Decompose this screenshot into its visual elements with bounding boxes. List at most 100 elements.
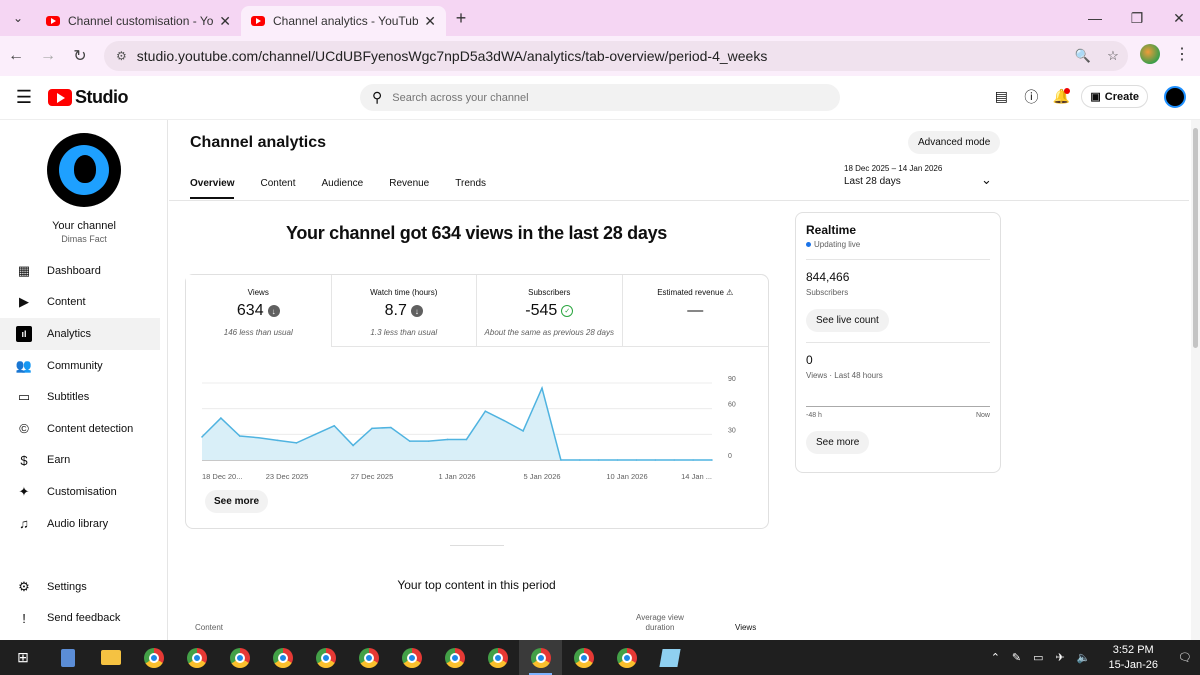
see-live-count-button[interactable]: See live count [806, 309, 889, 332]
chrome-profile-icon[interactable] [476, 640, 519, 675]
chrome-icon[interactable] [132, 640, 175, 675]
help-icon[interactable]: ⓘ [1021, 87, 1041, 107]
advanced-mode-button[interactable]: Advanced mode [908, 131, 1001, 154]
restore-icon[interactable]: ❐ [1116, 0, 1158, 36]
data-point[interactable] [220, 417, 222, 419]
chrome-profile-icon[interactable] [562, 640, 605, 675]
windows-start-icon[interactable]: ⊞ [0, 649, 46, 666]
tab-overview[interactable]: Overview [190, 178, 235, 199]
chrome-profile-icon[interactable] [261, 640, 304, 675]
calculator-icon[interactable] [46, 640, 89, 675]
clock[interactable]: 3:52 PM 15-Jan-26 [1108, 643, 1158, 673]
chevron-up-icon[interactable]: ⌃ [991, 651, 1000, 664]
tab-revenue[interactable]: Revenue [389, 178, 429, 199]
sidebar-item-dashboard[interactable]: ▦ Dashboard [0, 255, 168, 287]
file-explorer-icon[interactable] [89, 640, 132, 675]
data-point[interactable] [314, 433, 317, 436]
notification-center-icon[interactable]: 🗨 [1170, 651, 1200, 664]
data-point[interactable] [616, 459, 619, 461]
chrome-profile-icon[interactable] [605, 640, 648, 675]
data-point[interactable] [541, 387, 543, 389]
chrome-profile-icon[interactable] [304, 640, 347, 675]
search-icon[interactable]: ⚲ [372, 89, 382, 106]
data-point[interactable] [597, 459, 600, 461]
back-icon[interactable]: ← [0, 47, 32, 65]
tab-search-icon[interactable]: ⌄ [0, 0, 36, 36]
data-point[interactable] [238, 435, 241, 437]
sidebar-item-content-detection[interactable]: © Content detection [0, 413, 168, 445]
metric-estimated-revenue[interactable]: Estimated revenue ⚠ — [622, 275, 768, 347]
notepad-icon[interactable] [648, 640, 691, 675]
reload-icon[interactable]: ↻ [64, 46, 96, 66]
profile-icon[interactable] [1140, 44, 1160, 64]
date-range-picker[interactable]: 18 Dec 2025 – 14 Jan 2026 Last 28 days [844, 164, 942, 187]
tab-content[interactable]: Content [260, 178, 295, 199]
data-point[interactable] [295, 442, 298, 444]
see-more-button[interactable]: See more [205, 490, 269, 513]
airplane-icon[interactable]: ✈ [1056, 651, 1065, 664]
studio-logo[interactable]: Studio [48, 87, 129, 108]
address-bar[interactable]: ⚙ studio.youtube.com/channel/UCdUBFyenos… [104, 41, 1128, 71]
close-window-icon[interactable]: ✕ [1158, 0, 1200, 36]
metric-views[interactable]: Views 634 ↓ 146 less than usual [186, 275, 332, 347]
data-point[interactable] [503, 419, 506, 422]
data-point[interactable] [711, 459, 713, 461]
forward-icon[interactable]: → [32, 47, 64, 65]
sidebar-item-content[interactable]: ▶ Content [0, 287, 168, 319]
data-point[interactable] [654, 459, 657, 461]
chrome-profile-icon[interactable] [390, 640, 433, 675]
zoom-icon[interactable]: 🔍 [1068, 48, 1098, 64]
data-point[interactable] [446, 438, 449, 441]
data-point[interactable] [578, 459, 581, 461]
data-point[interactable] [484, 410, 487, 413]
data-point[interactable] [635, 459, 638, 461]
chevron-down-icon[interactable]: ⌄ [981, 172, 992, 188]
sidebar-item-community[interactable]: 👥 Community [0, 350, 168, 382]
new-tab-icon[interactable]: + [446, 8, 476, 29]
data-point[interactable] [257, 436, 260, 439]
data-point[interactable] [673, 459, 676, 461]
data-point[interactable] [201, 436, 203, 438]
tab-trends[interactable]: Trends [455, 178, 486, 199]
realtime-see-more-button[interactable]: See more [806, 431, 870, 454]
sidebar-item-subtitles[interactable]: ▭ Subtitles [0, 381, 168, 413]
data-point[interactable] [371, 427, 373, 430]
chrome-profile-icon[interactable] [347, 640, 390, 675]
bookmark-star-icon[interactable]: ☆ [1098, 48, 1128, 64]
data-point[interactable] [352, 444, 354, 447]
sidebar-item-settings[interactable]: ⚙ Settings [0, 571, 168, 603]
data-point[interactable] [276, 439, 279, 442]
data-point[interactable] [692, 459, 694, 461]
chrome-profile-icon[interactable] [519, 640, 562, 675]
browser-tab-customisation[interactable]: Channel customisation - YouTube Studio ✕ [36, 6, 241, 36]
chrome-profile-icon[interactable] [175, 640, 218, 675]
chrome-profile-icon[interactable] [218, 640, 261, 675]
metric-subscribers[interactable]: Subscribers -545 ✓ About the same as prev… [477, 275, 623, 347]
browser-menu-icon[interactable]: ⋮ [1174, 44, 1190, 64]
sidebar-item-audio-library[interactable]: ♫ Audio library [0, 508, 168, 540]
data-point[interactable] [560, 459, 562, 461]
sidebar-item-send-feedback[interactable]: ! Send feedback [0, 603, 168, 635]
sidebar-item-earn[interactable]: $ Earn [0, 445, 168, 477]
data-point[interactable] [333, 424, 336, 427]
chrome-profile-icon[interactable] [433, 640, 476, 675]
battery-icon[interactable]: ▭ [1033, 651, 1043, 664]
minimize-icon[interactable]: — [1074, 0, 1116, 36]
create-button[interactable]: ▣ Create [1081, 85, 1148, 108]
messages-icon[interactable]: ▤ [991, 87, 1011, 107]
close-tab-icon[interactable]: ✕ [424, 13, 436, 30]
sidebar-item-analytics[interactable]: ıl Analytics [0, 318, 160, 350]
metric-watch-time[interactable]: Watch time (hours) 8.7 ↓ 1.3 less than us… [331, 275, 477, 347]
site-info-icon[interactable]: ⚙ [116, 49, 127, 63]
close-tab-icon[interactable]: ✕ [219, 13, 231, 30]
sidebar-item-customisation[interactable]: ✦ Customisation [0, 476, 168, 508]
pen-icon[interactable]: ✎ [1012, 651, 1021, 664]
notifications-bell-icon[interactable]: 🔔 [1051, 87, 1071, 107]
data-point[interactable] [465, 438, 468, 441]
account-avatar[interactable] [1164, 85, 1186, 108]
volume-icon[interactable]: 🔈 [1077, 651, 1091, 664]
search-input[interactable] [392, 91, 793, 104]
data-point[interactable] [408, 440, 411, 442]
tab-audience[interactable]: Audience [322, 178, 364, 199]
channel-avatar[interactable] [47, 133, 121, 207]
